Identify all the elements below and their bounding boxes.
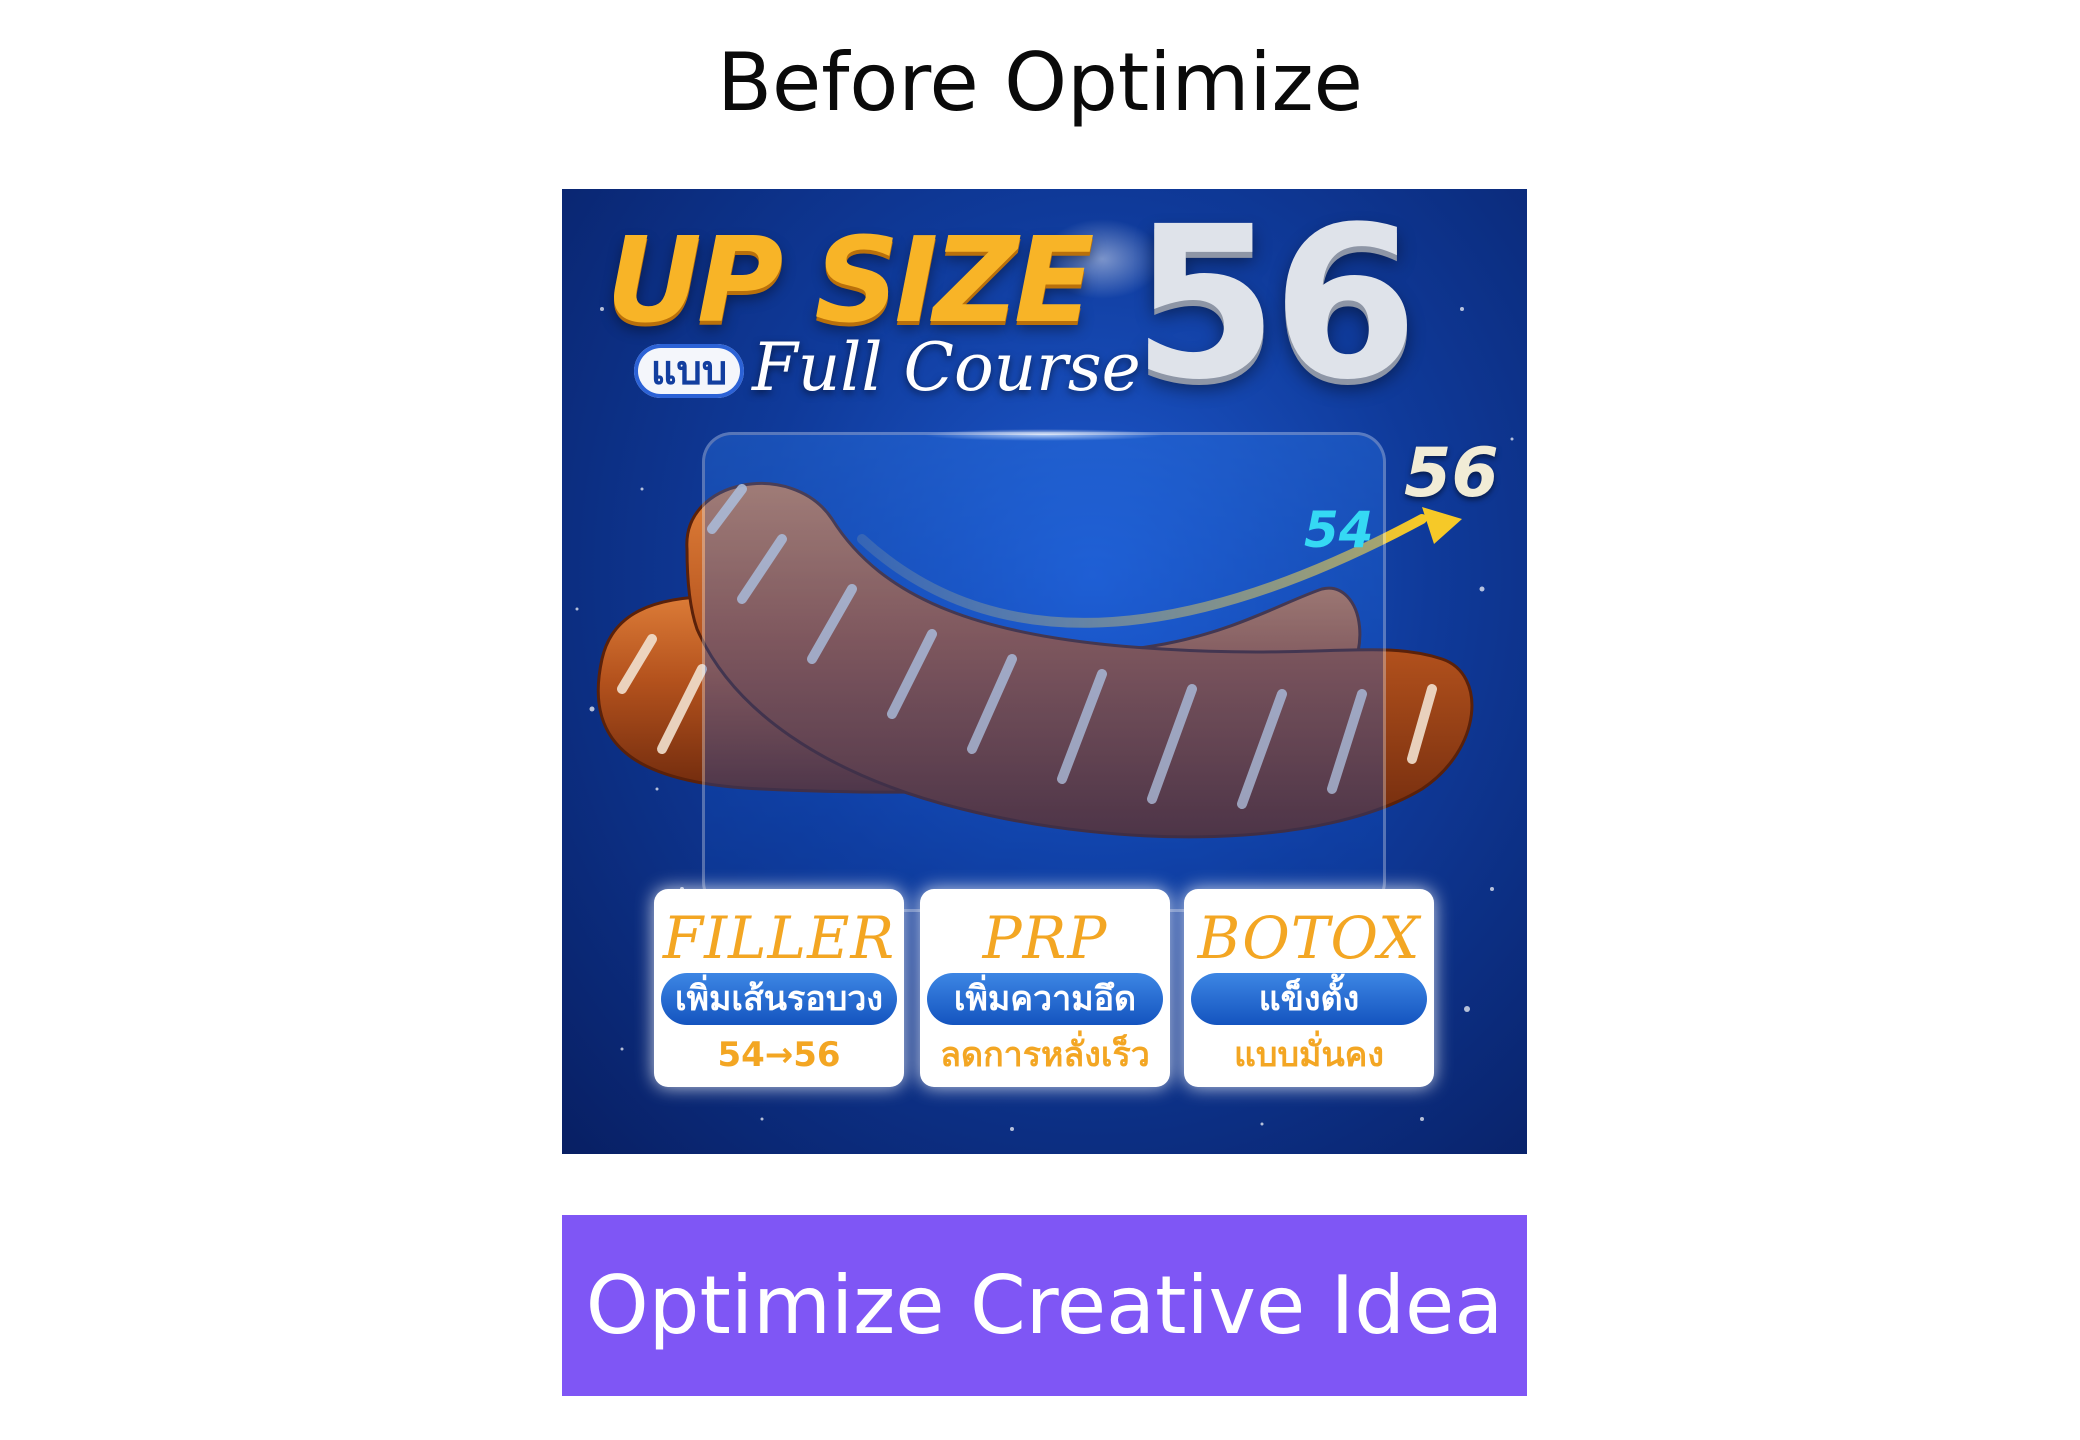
card-pill: แข็งตั้ง [1191,973,1427,1025]
card-title: PRP [982,904,1108,972]
creative-image: UP SIZE 56 แบบ Full Course 54 56 FILLER … [562,189,1527,1154]
creative-tag-pill: แบบ [634,344,744,398]
feature-card-filler: FILLER เพิ่มเส้นรอบวง 54→56 [654,889,904,1087]
optimize-creative-idea-button[interactable]: Optimize Creative Idea [562,1215,1527,1396]
card-subtitle: ลดการหลั่งเร็ว [940,1035,1150,1075]
page: Before Optimize UP SIZE 56 แบบ Full Cour… [0,0,2080,1440]
product-panel [702,432,1386,912]
feature-card-prp: PRP เพิ่มความอึด ลดการหลั่งเร็ว [920,889,1170,1087]
card-title: BOTOX [1197,904,1421,972]
creative-big-number: 56 [1132,189,1418,426]
card-title: FILLER [662,904,896,972]
creative-tag-script: Full Course [752,329,1141,406]
card-pill: เพิ่มความอึด [927,973,1163,1025]
page-title: Before Optimize [717,36,1363,129]
card-pill: เพิ่มเส้นรอบวง [661,973,897,1025]
card-subtitle: แบบมั่นคง [1233,1035,1385,1075]
arrow-label-from: 54 [1304,501,1374,559]
arrow-label-to: 56 [1404,434,1499,513]
feature-card-botox: BOTOX แข็งตั้ง แบบมั่นคง [1184,889,1434,1087]
card-subtitle: 54→56 [717,1035,841,1075]
